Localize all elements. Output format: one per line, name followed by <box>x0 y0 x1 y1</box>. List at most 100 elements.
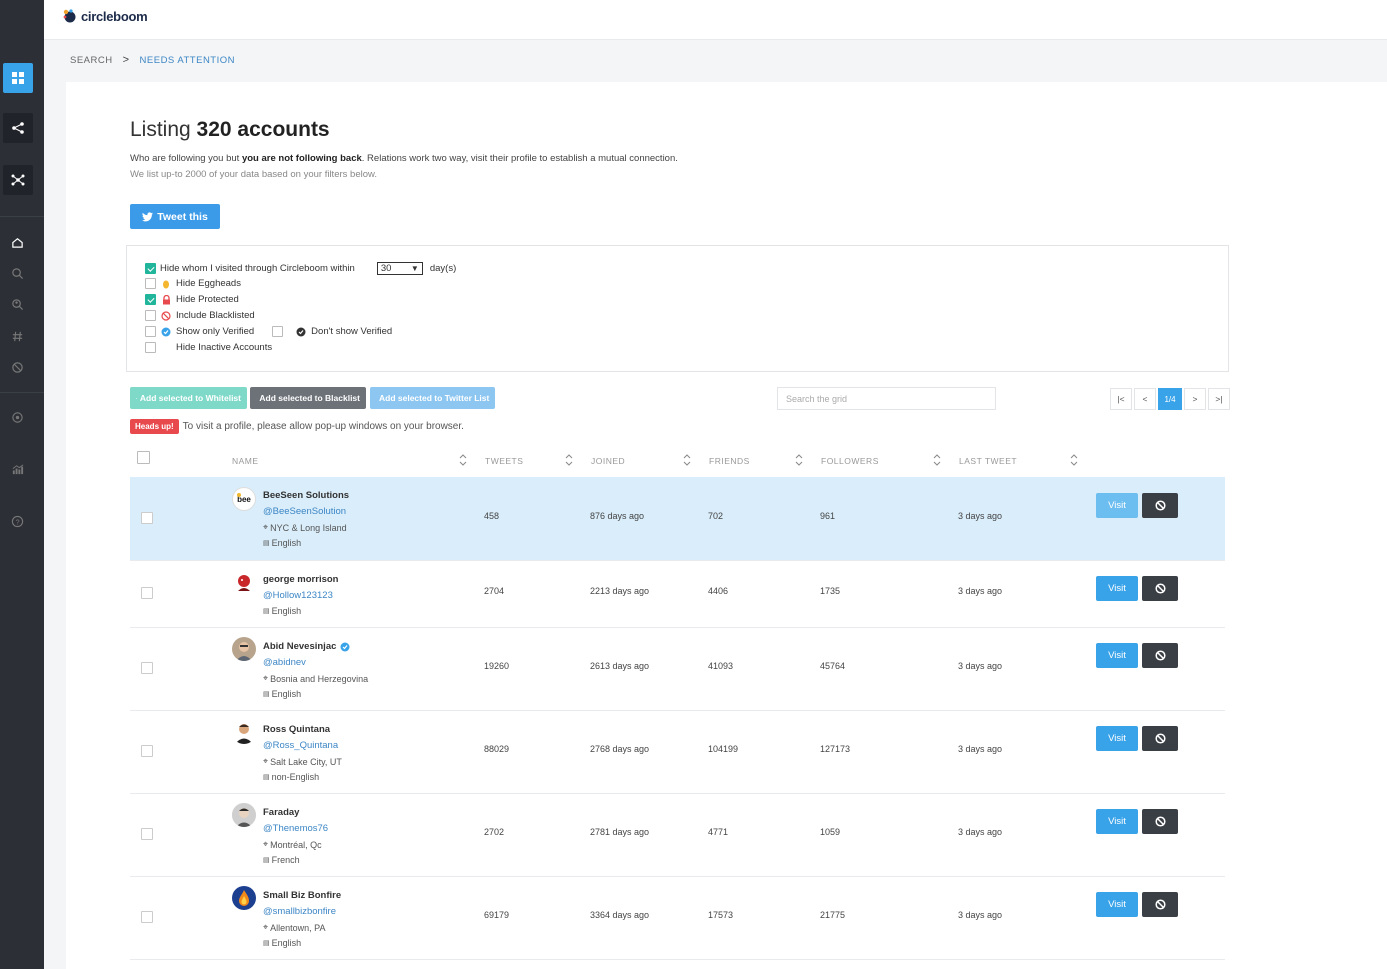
column-last-tweet[interactable]: LAST TWEET <box>959 456 1017 466</box>
search-icon[interactable] <box>8 264 26 282</box>
cell-last-tweet: 3 days ago <box>958 586 1003 596</box>
visit-button[interactable]: Visit <box>1096 809 1138 834</box>
row-checkbox[interactable] <box>141 587 153 599</box>
page-title: Listing 320 accounts <box>130 118 330 141</box>
select-all-checkbox[interactable] <box>137 451 150 464</box>
block-button[interactable] <box>1142 493 1178 518</box>
tweet-this-button[interactable]: Tweet this <box>130 204 220 229</box>
dont-show-verified-checkbox[interactable] <box>272 326 284 337</box>
breadcrumb-search[interactable]: SEARCH <box>70 55 113 66</box>
user-name: Ross Quintana <box>263 724 331 735</box>
row-checkbox[interactable] <box>141 662 153 674</box>
row-checkbox[interactable] <box>141 828 153 840</box>
location-pin-icon: ⌖ <box>263 673 269 683</box>
sort-icon[interactable] <box>565 454 573 466</box>
protected-checkbox[interactable] <box>145 294 156 305</box>
analytics-icon[interactable] <box>8 460 26 478</box>
visit-button[interactable]: Visit <box>1096 643 1138 668</box>
block-button[interactable] <box>1142 809 1178 834</box>
user-language: ▤ English <box>263 606 302 616</box>
visit-button[interactable]: Visit <box>1096 576 1138 601</box>
home-icon[interactable] <box>8 233 26 251</box>
days-select[interactable]: 30 ▼ <box>376 262 423 275</box>
page-next-button[interactable]: > <box>1184 388 1206 410</box>
page-current[interactable]: 1/4 <box>1158 388 1182 410</box>
table-row[interactable]: Small Biz Bonfire @smallbizbonfire ⌖ Alle… <box>130 877 1225 960</box>
help-icon[interactable]: ? <box>8 512 26 530</box>
user-handle[interactable]: @abidnev <box>263 657 306 668</box>
cell-joined: 3364 days ago <box>590 910 650 920</box>
block-button[interactable] <box>1142 726 1178 751</box>
page-last-button[interactable]: >| <box>1208 388 1230 410</box>
avatar <box>232 803 256 827</box>
block-button[interactable] <box>1142 576 1178 601</box>
verified-dark-icon <box>295 327 307 337</box>
column-followers[interactable]: FOLLOWERS <box>821 456 879 466</box>
visit-button[interactable]: Visit <box>1096 726 1138 751</box>
user-handle[interactable]: @smallbizbonfire <box>263 906 336 917</box>
column-tweets[interactable]: TWEETS <box>485 456 523 466</box>
user-handle[interactable]: @Hollow123123 <box>263 590 333 601</box>
inactive-checkbox[interactable] <box>145 342 156 353</box>
cell-friends: 4771 <box>708 827 729 837</box>
visit-button[interactable]: Visit <box>1096 493 1138 518</box>
circle-target-icon[interactable] <box>8 408 26 426</box>
breadcrumb-current[interactable]: NEEDS ATTENTION <box>140 55 235 66</box>
cell-tweets: 88029 <box>484 744 510 754</box>
cell-friends: 17573 <box>708 910 734 920</box>
cell-last-tweet: 3 days ago <box>958 910 1003 920</box>
sort-icon[interactable] <box>683 454 691 466</box>
add-to-blacklist-button[interactable]: Add selected to Blacklist <box>250 387 366 409</box>
language-icon: ▤ <box>263 608 270 615</box>
row-checkbox[interactable] <box>141 911 153 923</box>
sort-icon[interactable] <box>1070 454 1078 466</box>
user-handle[interactable]: @Thenemos76 <box>263 823 328 834</box>
cell-joined: 2781 days ago <box>590 827 650 837</box>
block-button[interactable] <box>1142 892 1178 917</box>
column-joined[interactable]: JOINED <box>591 456 625 466</box>
user-handle[interactable]: @BeeSeenSolution <box>263 506 346 517</box>
logo[interactable]: circleboom <box>62 8 148 24</box>
filter-verified: Show only Verified Don't show Verified <box>145 326 392 337</box>
sort-icon[interactable] <box>795 454 803 466</box>
hashtag-icon[interactable] <box>8 327 26 345</box>
page-first-button[interactable]: |< <box>1110 388 1132 410</box>
table-row[interactable]: Faraday @Thenemos76 ⌖ Montréal, Qc ▤ Frenc… <box>130 794 1225 877</box>
share-icon[interactable] <box>3 113 33 143</box>
sort-icon[interactable] <box>459 454 467 466</box>
add-to-whitelist-button[interactable]: Add selected to Whitelist <box>130 387 247 409</box>
lock-icon <box>160 294 172 305</box>
table-row[interactable]: george morrison @Hollow123123 ▤ English 2… <box>130 561 1225 628</box>
grid-search-input[interactable]: Search the grid <box>777 387 996 410</box>
block-icon[interactable] <box>8 358 26 376</box>
table-row[interactable]: bee BeeSeen Solutions @BeeSeenSolution ⌖… <box>130 477 1225 561</box>
visited-checkbox[interactable] <box>145 263 156 274</box>
block-button[interactable] <box>1142 643 1178 668</box>
ban-icon <box>1154 899 1166 910</box>
blacklisted-checkbox[interactable] <box>145 310 156 321</box>
avatar <box>232 886 256 910</box>
ban-icon <box>1154 500 1166 511</box>
network-icon[interactable] <box>3 165 33 195</box>
avatar: bee <box>232 487 256 511</box>
row-checkbox[interactable] <box>141 745 153 757</box>
row-checkbox[interactable] <box>141 512 153 524</box>
heads-up-notice: Heads up! To visit a profile, please all… <box>130 419 464 434</box>
column-friends[interactable]: FRIENDS <box>709 456 750 466</box>
eggheads-checkbox[interactable] <box>145 278 156 289</box>
language-icon: ▤ <box>263 540 270 547</box>
dashboard-icon[interactable] <box>3 63 33 93</box>
cell-joined: 2213 days ago <box>590 586 650 596</box>
shield-check-icon <box>136 397 137 399</box>
column-name[interactable]: NAME <box>232 456 259 466</box>
language-icon: ▤ <box>263 857 270 864</box>
user-search-icon[interactable] <box>8 295 26 313</box>
verified-only-checkbox[interactable] <box>145 326 156 337</box>
page-prev-button[interactable]: < <box>1134 388 1156 410</box>
visit-button[interactable]: Visit <box>1096 892 1138 917</box>
sort-icon[interactable] <box>933 454 941 466</box>
table-row[interactable]: Abid Nevesinjac @abidnev ⌖ Bosnia and Her… <box>130 628 1225 711</box>
user-handle[interactable]: @Ross_Quintana <box>263 740 338 751</box>
table-row[interactable]: Ross Quintana @Ross_Quintana ⌖ Salt Lake … <box>130 711 1225 794</box>
add-to-twitter-list-button[interactable]: Add selected to Twitter List <box>370 387 495 409</box>
